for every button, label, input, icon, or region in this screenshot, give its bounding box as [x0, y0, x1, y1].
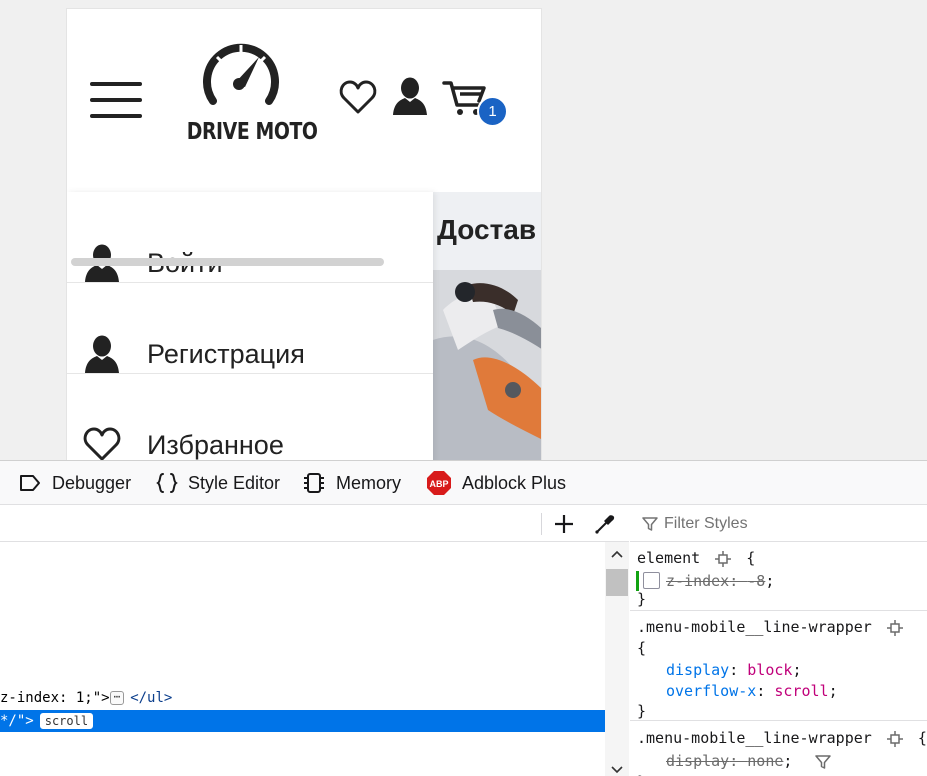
speedometer-icon	[203, 43, 279, 105]
abp-badge-text: ABP	[429, 479, 448, 489]
cart-count-badge: 1	[477, 96, 508, 127]
toolbar-divider	[541, 513, 542, 535]
changed-marker	[636, 571, 639, 591]
prop-name: display	[666, 661, 730, 679]
tab-label: Memory	[336, 472, 402, 493]
prop-name: overflow-x	[666, 682, 757, 700]
prop-value: scroll	[774, 682, 829, 700]
hamburger-bar	[90, 114, 142, 118]
node-highlight-icon[interactable]	[886, 730, 903, 747]
prop-value: -8	[747, 572, 766, 590]
hamburger-menu-button[interactable]	[90, 82, 142, 122]
site-header: DRIVE MOTO 1	[67, 9, 541, 192]
tab-memory[interactable]: Memory	[302, 461, 401, 505]
css-declaration-disabled[interactable]: z-index: -8;	[666, 571, 774, 591]
prop-value: none	[747, 752, 784, 770]
tab-style-editor[interactable]: Style Editor	[156, 461, 280, 505]
tab-label: Debugger	[52, 472, 132, 493]
open-brace: {	[917, 729, 927, 747]
filter-styles-input[interactable]: Filter Styles	[664, 515, 748, 533]
account-button[interactable]	[391, 77, 429, 122]
favorites-button[interactable]	[339, 79, 377, 120]
rule-selector-text: .menu-mobile__line-wrapper	[637, 729, 872, 747]
tab-label: Style Editor	[188, 472, 281, 493]
collapsed-children-ellipsis[interactable]: ⋯	[109, 691, 125, 705]
hamburger-bar	[90, 82, 142, 86]
css-rule-element: element { z-index: -8;}	[630, 542, 927, 611]
devtools-panel: Debugger Style Editor Memory ABP Adblock…	[0, 460, 927, 776]
heart-icon	[83, 427, 121, 460]
color-picker-button[interactable]	[592, 511, 618, 537]
menu-item-register[interactable]: Регистрация	[67, 283, 433, 374]
markup-node-selected[interactable]: */"> scroll	[0, 710, 605, 732]
heart-icon	[339, 80, 377, 114]
rule-selector-text: element	[637, 549, 701, 567]
inspector-markup-pane: z-index: 1;"> ⋯ </ul> */"> scroll	[0, 505, 629, 776]
mobile-page: DRIVE MOTO 1 Достав Регистрация Избранно…	[66, 8, 542, 460]
menu-item-login[interactable]: Войти	[67, 192, 433, 283]
css-declaration-overridden[interactable]: display: none;	[666, 751, 832, 771]
rule-selector-text: .menu-mobile__line-wrapper	[637, 618, 872, 636]
menu-item-label: Регистрация	[147, 339, 305, 369]
open-brace: {	[637, 639, 647, 657]
css-declaration[interactable]: display: block;	[666, 660, 801, 680]
scrollbar-thumb[interactable]	[606, 569, 628, 596]
markup-attr-text: z-index: 1;">	[0, 690, 110, 706]
markup-node[interactable]: z-index: 1;"> ⋯ </ul>	[0, 687, 172, 709]
braces-icon	[156, 473, 178, 493]
rule-selector[interactable]: .menu-mobile__line-wrapper {	[637, 728, 927, 748]
prop-value: block	[747, 661, 793, 679]
filter-icon[interactable]	[815, 754, 832, 770]
node-highlight-icon[interactable]	[715, 550, 732, 567]
markup-close-tag: </ul>	[130, 690, 173, 706]
logo-text: DRIVE MOTO	[186, 119, 318, 145]
filter-styles-bar[interactable]: Filter Styles	[630, 505, 927, 542]
user-icon	[393, 77, 427, 115]
node-highlight-icon[interactable]	[886, 619, 903, 636]
declaration-checkbox[interactable]	[643, 572, 660, 589]
close-brace: }	[637, 772, 646, 776]
menu-line-scrollbar[interactable]	[71, 258, 384, 266]
tab-label: Adblock Plus	[462, 472, 567, 493]
abp-icon: ABP	[427, 471, 451, 495]
debugger-icon	[20, 475, 40, 491]
close-brace: }	[637, 590, 647, 608]
tab-debugger[interactable]: Debugger	[18, 461, 131, 505]
markup-toolbar	[0, 505, 629, 542]
mobile-side-menu: Войти Регистрация Избранное	[67, 192, 433, 460]
memory-chip-icon	[304, 473, 324, 493]
app-root: DRIVE MOTO 1 Достав Регистрация Избранно…	[0, 0, 927, 776]
tab-adblock-plus[interactable]: ABP Adblock Plus	[426, 461, 566, 505]
chevron-down-icon[interactable]	[611, 766, 623, 774]
chevron-up-icon[interactable]	[611, 550, 623, 558]
prop-name: z-index	[666, 572, 730, 590]
markup-tree: z-index: 1;"> ⋯ </ul> */"> scroll	[0, 542, 605, 776]
open-brace: {	[746, 549, 756, 567]
browser-viewport: DRIVE MOTO 1 Достав Регистрация Избранно…	[0, 0, 927, 460]
markup-attr-text: */">	[0, 713, 34, 729]
menu-item-label: Избранное	[147, 430, 284, 460]
devtools-tab-bar: Debugger Style Editor Memory ABP Adblock…	[0, 461, 927, 505]
add-node-button[interactable]	[551, 511, 577, 537]
css-rule-line-wrapper: .menu-mobile__line-wrapper { display: bl…	[630, 612, 927, 721]
motorcycle-image	[433, 270, 541, 460]
plus-icon	[555, 515, 573, 533]
filter-icon	[642, 517, 658, 531]
user-icon	[85, 335, 119, 373]
eyedropper-icon	[595, 515, 615, 534]
site-logo[interactable]: DRIVE MOTO	[175, 39, 318, 151]
prop-name: display	[666, 752, 730, 770]
scroll-badge[interactable]: scroll	[39, 713, 94, 729]
motorcycle-photo	[433, 270, 541, 460]
rule-selector[interactable]: .menu-mobile__line-wrapper	[637, 617, 903, 637]
css-declaration[interactable]: overflow-x: scroll;	[666, 681, 838, 701]
markup-scrollbar[interactable]	[605, 542, 629, 776]
content-title: Достав	[437, 214, 537, 245]
hamburger-bar	[90, 98, 142, 102]
css-rule-line-wrapper-overridden: .menu-mobile__line-wrapper { display: no…	[630, 722, 927, 776]
menu-item-favorites[interactable]: Избранное	[67, 374, 433, 460]
rule-selector[interactable]: element {	[637, 548, 755, 568]
rules-pane: Filter Styles element {z-index: -8;} .…	[630, 505, 927, 776]
close-brace: }	[637, 702, 647, 720]
